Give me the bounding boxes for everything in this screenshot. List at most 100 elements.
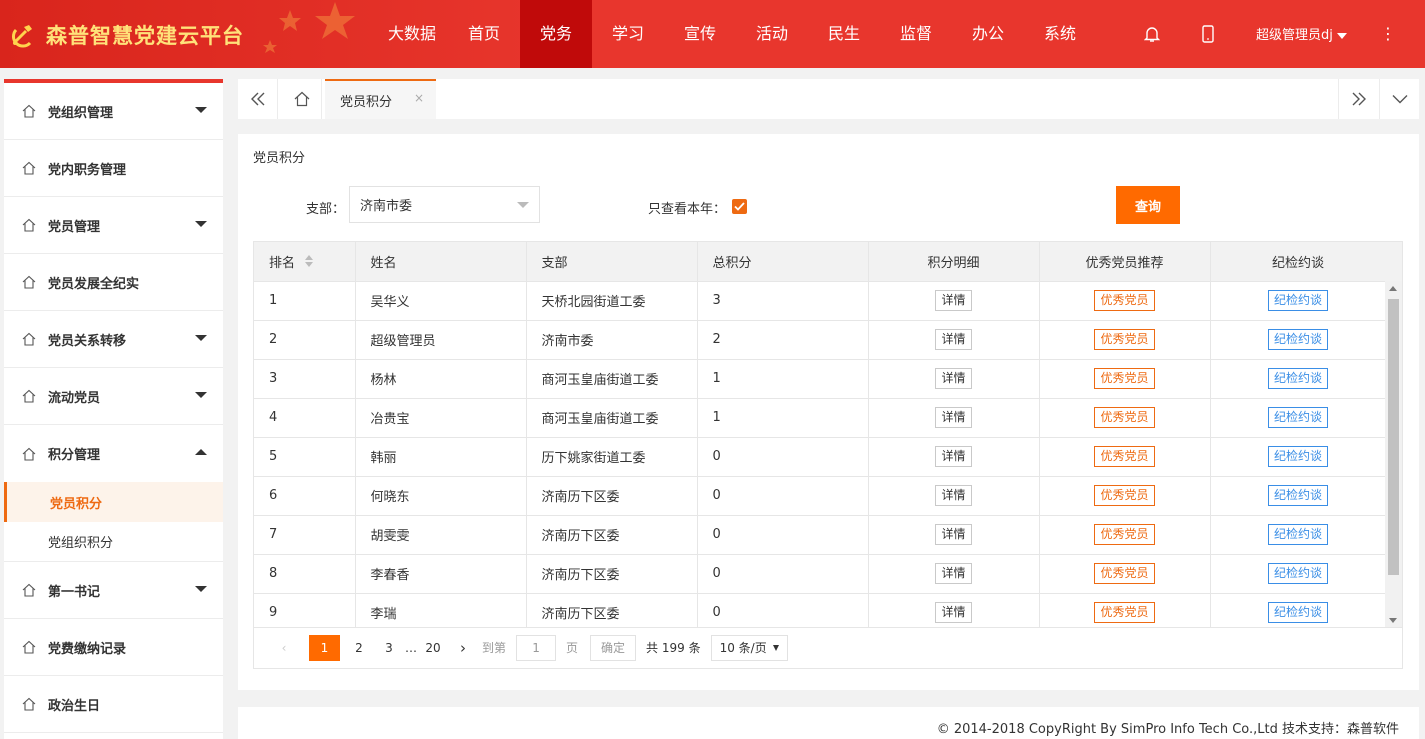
excellent-member-button[interactable]: 优秀党员 <box>1094 563 1155 584</box>
sidebar-item-first-secretary[interactable]: 第一书记 <box>4 562 223 619</box>
excellent-member-button[interactable]: 优秀党员 <box>1094 446 1155 467</box>
excellent-member-button[interactable]: 优秀党员 <box>1094 290 1155 311</box>
sidebar-item-floating-members[interactable]: 流动党员 <box>4 368 223 425</box>
sidebar-item-dues-records[interactable]: 党费缴纳记录 <box>4 619 223 676</box>
discipline-talk-button[interactable]: 纪检约谈 <box>1267 329 1328 350</box>
nav-bigdata[interactable]: 大数据 <box>376 0 448 68</box>
excellent-member-button[interactable]: 优秀党员 <box>1094 329 1155 350</box>
detail-button[interactable]: 详情 <box>935 446 972 467</box>
nav-livelihood[interactable]: 民生 <box>808 0 880 68</box>
home-tab-icon[interactable] <box>282 79 322 119</box>
footer: © 2014-2018 CopyRight By SimPro Info Tec… <box>238 707 1419 739</box>
table-scrollbar[interactable] <box>1385 242 1402 627</box>
column-header-rank[interactable]: 排名 <box>254 242 356 282</box>
discipline-talk-button[interactable]: 纪检约谈 <box>1267 524 1328 545</box>
page-size-select[interactable]: 10 条/页 <box>710 634 788 661</box>
cell-branch: 济南市委 <box>526 320 698 360</box>
sidebar-item-org-management[interactable]: 党组织管理 <box>4 83 223 140</box>
more-icon[interactable]: ⋮ <box>1380 24 1396 43</box>
sidebar-subitem-org-points[interactable]: 党组织积分 <box>4 522 223 562</box>
nav-system[interactable]: 系统 <box>1024 0 1096 68</box>
sidebar-item-label: 流动党员 <box>48 390 101 406</box>
nav-office[interactable]: 办公 <box>952 0 1024 68</box>
prev-page-icon[interactable]: ‹ <box>269 635 299 661</box>
cell-rank: 3 <box>254 359 356 399</box>
close-icon[interactable]: × <box>414 91 424 105</box>
excellent-member-button[interactable]: 优秀党员 <box>1094 524 1155 545</box>
detail-button[interactable]: 详情 <box>935 329 972 350</box>
excellent-member-button[interactable]: 优秀党员 <box>1094 407 1155 428</box>
scroll-down-icon[interactable] <box>1389 618 1397 623</box>
discipline-talk-button[interactable]: 纪检约谈 <box>1267 368 1328 389</box>
detail-button[interactable]: 详情 <box>935 368 972 389</box>
cell-detail: 详情 <box>868 320 1040 360</box>
scroll-up-icon[interactable] <box>1389 286 1397 291</box>
tabs-scroll-right-icon[interactable] <box>1338 79 1378 119</box>
discipline-talk-button[interactable]: 纪检约谈 <box>1267 602 1328 623</box>
nav-activity[interactable]: 活动 <box>736 0 808 68</box>
cell-total-points: 2 <box>697 320 869 360</box>
sidebar-item-points-management[interactable]: 积分管理 <box>4 425 223 482</box>
detail-button[interactable]: 详情 <box>935 407 972 428</box>
discipline-talk-button[interactable]: 纪检约谈 <box>1267 485 1328 506</box>
sidebar-item-member-development[interactable]: 党员发展全纪实 <box>4 254 223 311</box>
tabs-dropdown-icon[interactable] <box>1379 79 1419 119</box>
sidebar-subitem-member-points[interactable]: 党员积分 <box>4 482 223 522</box>
tab-label: 党员积分 <box>340 94 393 110</box>
branch-select[interactable]: 济南市委 <box>349 186 540 223</box>
this-year-checkbox[interactable] <box>732 199 747 214</box>
cell-branch: 商河玉皇庙街道工委 <box>526 398 698 438</box>
detail-button[interactable]: 详情 <box>935 485 972 506</box>
sidebar-item-relation-transfer[interactable]: 党员关系转移 <box>4 311 223 368</box>
goto-page-input[interactable]: 1 <box>516 634 557 661</box>
content-panel: 党员积分 支部： 济南市委 只查看本年： 查询 排名 姓名 支部 总积分 积分明… <box>238 134 1419 690</box>
next-page-icon[interactable]: › <box>448 635 478 661</box>
nav-supervision[interactable]: 监督 <box>880 0 952 68</box>
tabs-scroll-left-icon[interactable] <box>238 79 278 119</box>
detail-button[interactable]: 详情 <box>935 524 972 545</box>
excellent-member-button[interactable]: 优秀党员 <box>1094 368 1155 389</box>
nav-home[interactable]: 首页 <box>448 0 520 68</box>
cell-detail: 详情 <box>868 554 1040 594</box>
detail-button[interactable]: 详情 <box>935 602 972 623</box>
chevron-down-icon <box>195 107 207 113</box>
discipline-talk-button[interactable]: 纪检约谈 <box>1267 446 1328 467</box>
sidebar-item-label: 积分管理 <box>48 448 101 463</box>
excellent-member-button[interactable]: 优秀党员 <box>1094 602 1155 623</box>
detail-button[interactable]: 详情 <box>935 563 972 584</box>
sidebar-item-label: 党费缴纳记录 <box>48 641 127 657</box>
page-1[interactable]: 1 <box>309 634 340 661</box>
app-logo[interactable]: 森普智慧党建云平台 <box>8 20 244 50</box>
discipline-talk-button[interactable]: 纪检约谈 <box>1267 563 1328 584</box>
page-20[interactable]: 20 <box>418 635 448 661</box>
sidebar: 党组织管理 党内职务管理 党员管理 党员发展全纪实 党员关系转移 流动党员 积分… <box>4 79 223 739</box>
scrollbar-thumb[interactable] <box>1388 299 1399 575</box>
discipline-talk-button[interactable]: 纪检约谈 <box>1267 407 1328 428</box>
cell-total-points: 1 <box>697 359 869 399</box>
cell-detail: 详情 <box>868 593 1040 627</box>
check-icon <box>734 202 745 211</box>
cell-rank: 9 <box>254 593 356 627</box>
table-row: 8 李春香 济南历下区委 0 详情 优秀党员 纪检约谈 <box>254 554 1387 594</box>
nav-publicity[interactable]: 宣传 <box>664 0 736 68</box>
sort-icon[interactable] <box>305 255 314 271</box>
detail-button[interactable]: 详情 <box>935 290 972 311</box>
tab-member-points[interactable]: 党员积分 × <box>325 79 436 119</box>
nav-study[interactable]: 学习 <box>592 0 664 68</box>
user-menu[interactable]: 超级管理员dj <box>1256 24 1347 43</box>
sidebar-item-duty-management[interactable]: 党内职务管理 <box>4 140 223 197</box>
column-header-points-detail: 积分明细 <box>868 242 1040 282</box>
discipline-talk-button[interactable]: 纪检约谈 <box>1267 290 1328 311</box>
query-button[interactable]: 查询 <box>1116 186 1180 224</box>
sidebar-item-member-management[interactable]: 党员管理 <box>4 197 223 254</box>
mobile-icon[interactable] <box>1196 22 1220 46</box>
nav-party-affairs[interactable]: 党务 <box>520 0 592 68</box>
copyright-text: © 2014-2018 CopyRight By SimPro Info Tec… <box>936 722 1399 737</box>
bell-icon[interactable] <box>1140 22 1164 46</box>
page-3[interactable]: 3 <box>374 635 404 661</box>
goto-confirm-button[interactable]: 确定 <box>590 634 637 661</box>
excellent-member-button[interactable]: 优秀党员 <box>1094 485 1155 506</box>
sidebar-item-political-birthday[interactable]: 政治生日 <box>4 676 223 733</box>
page-2[interactable]: 2 <box>344 635 374 661</box>
cell-excellent: 优秀党员 <box>1039 554 1211 594</box>
